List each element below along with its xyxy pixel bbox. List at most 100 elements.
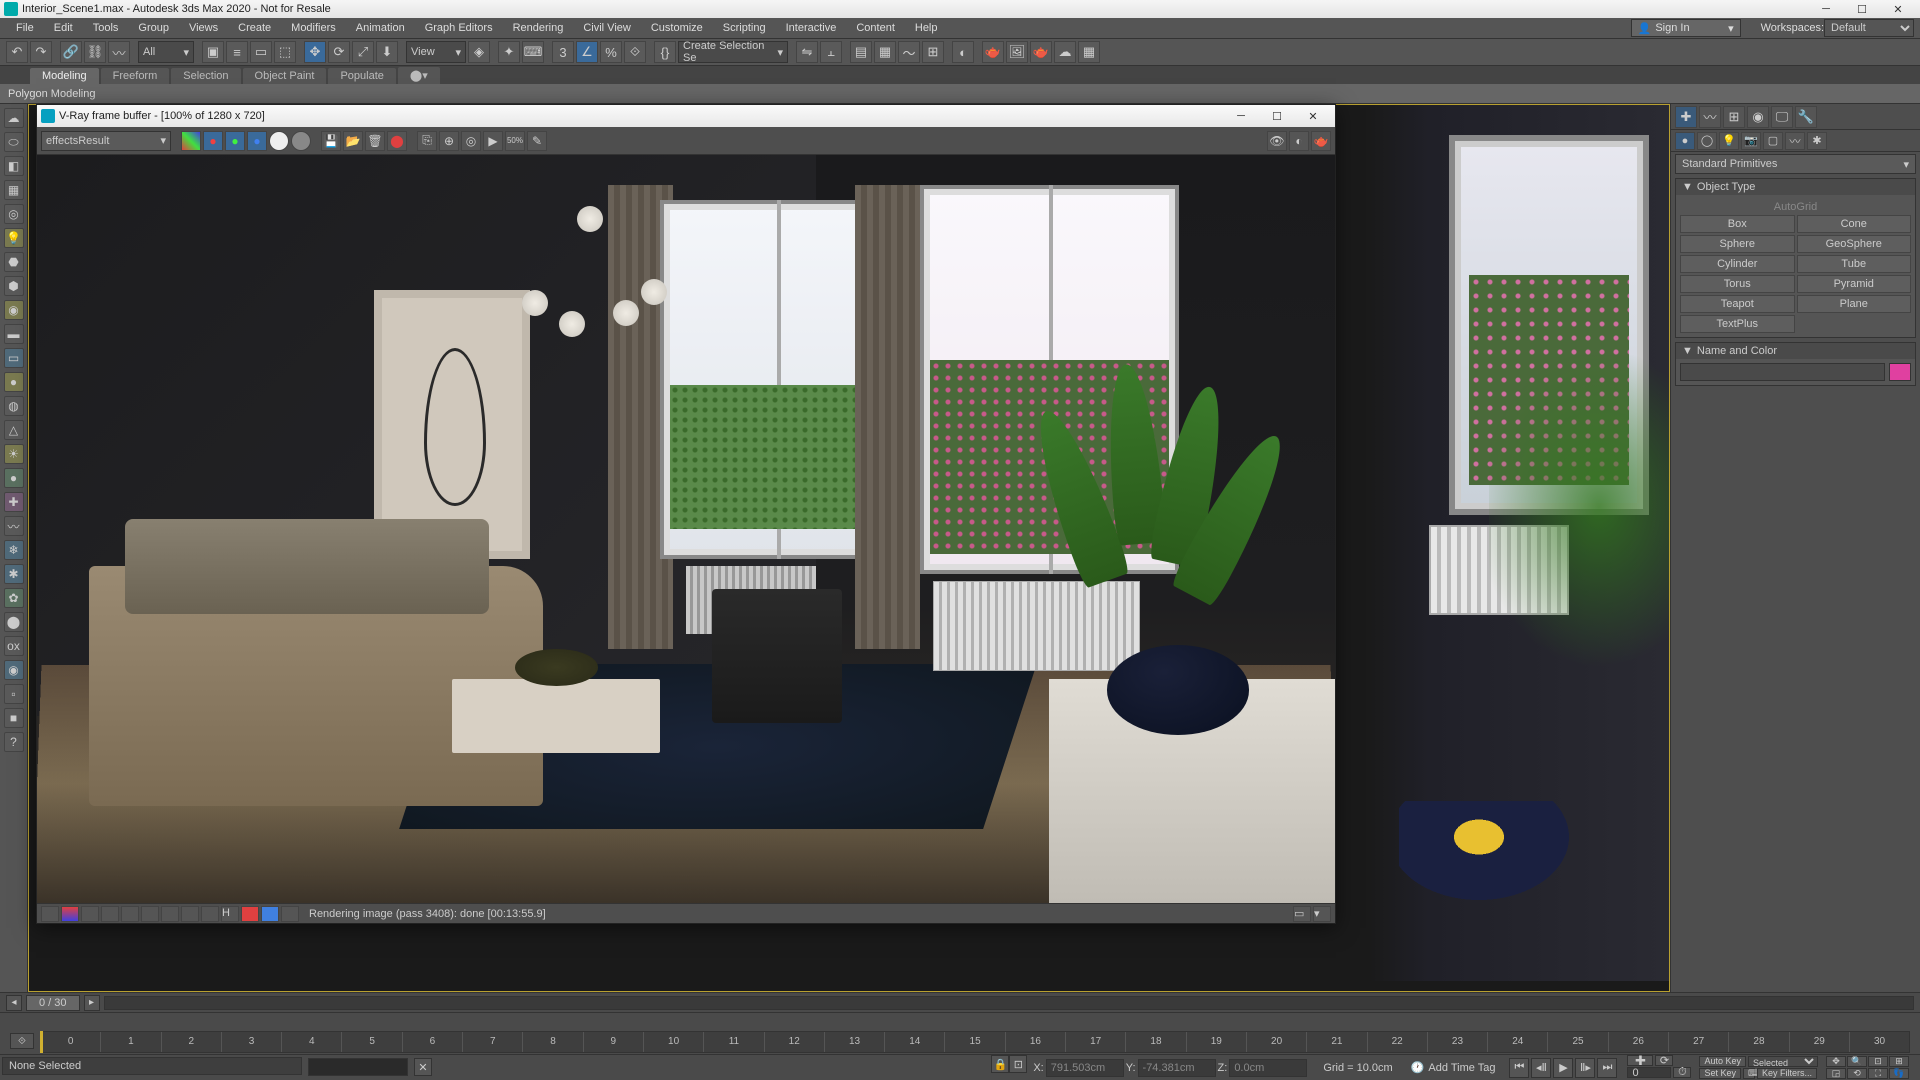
mini-listener[interactable] <box>308 1058 408 1076</box>
prev-frame-button[interactable]: ◂Ⅱ <box>1531 1058 1551 1078</box>
select-by-name-button[interactable]: ≡ <box>226 41 248 63</box>
tick-27[interactable]: 27 <box>1668 1032 1728 1052</box>
tick-7[interactable]: 7 <box>462 1032 522 1052</box>
keymode-toggle[interactable]: ✚ <box>1627 1055 1653 1066</box>
tick-4[interactable]: 4 <box>281 1032 341 1052</box>
toggle-ribbon-button[interactable]: ▦ <box>874 41 896 63</box>
primitive-geosphere[interactable]: GeoSphere <box>1797 235 1912 253</box>
vfb-history-button[interactable]: 🫖 <box>1311 131 1331 151</box>
ref-coord-dropdown[interactable]: View▾ <box>406 41 466 63</box>
primitive-box[interactable]: Box <box>1680 215 1795 233</box>
sidetool-5[interactable]: ◎ <box>4 204 24 224</box>
rollout-head-namecolor[interactable]: ▼Name and Color <box>1676 343 1915 359</box>
edit-named-sel-button[interactable]: {} <box>654 41 676 63</box>
rollout-head-objecttype[interactable]: ▼Object Type <box>1676 179 1915 195</box>
select-scale-button[interactable]: ⤢ <box>352 41 374 63</box>
vfb-st-expand[interactable]: ▾ <box>1313 906 1331 922</box>
select-manipulate-button[interactable]: ✦ <box>498 41 520 63</box>
tick-16[interactable]: 16 <box>1005 1032 1065 1052</box>
vfb-blue-button[interactable]: ● <box>247 131 267 151</box>
menu-edit[interactable]: Edit <box>44 18 83 38</box>
primitive-tube[interactable]: Tube <box>1797 255 1912 273</box>
vfb-st-7[interactable] <box>161 906 179 922</box>
vfb-copy-button[interactable]: ⎘ <box>417 131 437 151</box>
geometry-category-dropdown[interactable]: Standard Primitives▾ <box>1675 154 1916 174</box>
vfb-st-3[interactable] <box>81 906 99 922</box>
sidetool-22[interactable]: ⬤ <box>4 612 24 632</box>
vfb-maximize-button[interactable]: ☐ <box>1259 105 1295 127</box>
vfb-save-button[interactable]: 💾 <box>321 131 341 151</box>
undo-button[interactable]: ↶ <box>6 41 28 63</box>
mirror-button[interactable]: ⇋ <box>796 41 818 63</box>
z-coord-input[interactable] <box>1229 1059 1307 1077</box>
create-spacewarps[interactable]: 〰 <box>1785 132 1805 150</box>
tick-18[interactable]: 18 <box>1125 1032 1185 1052</box>
menu-scripting[interactable]: Scripting <box>713 18 776 38</box>
sidetool-17[interactable]: ✚ <box>4 492 24 512</box>
vfb-close-button[interactable]: ✕ <box>1295 105 1331 127</box>
layer-explorer-button[interactable]: ▤ <box>850 41 872 63</box>
redo-button[interactable]: ↷ <box>30 41 52 63</box>
tick-24[interactable]: 24 <box>1487 1032 1547 1052</box>
vfb-clear-button[interactable]: 🗑 <box>365 131 385 151</box>
sidetool-1[interactable]: ☁ <box>4 108 24 128</box>
ribbon-tab-more[interactable]: ⬤▾ <box>398 67 440 84</box>
sidetool-7[interactable]: ⬣ <box>4 252 24 272</box>
tick-6[interactable]: 6 <box>402 1032 462 1052</box>
sidetool-16[interactable]: ● <box>4 468 24 488</box>
ribbon-tab-populate[interactable]: Populate <box>328 68 395 84</box>
spinner-snap-button[interactable]: ⟐ <box>624 41 646 63</box>
goto-start-button[interactable]: ⏮ <box>1509 1058 1529 1078</box>
nav-orbit-button[interactable]: ⟲ <box>1847 1068 1867 1079</box>
unlink-button[interactable]: ⛓ <box>84 41 106 63</box>
timeslider-handle[interactable]: 0 / 30 <box>26 995 80 1011</box>
autokey-button[interactable]: Auto Key <box>1699 1056 1746 1067</box>
ribbon-tab-modeling[interactable]: Modeling <box>30 68 99 84</box>
nav-zoomext-button[interactable]: ◲ <box>1826 1068 1846 1079</box>
ribbon-panel-label[interactable]: Polygon Modeling <box>8 88 95 100</box>
vfb-mono-button[interactable] <box>291 131 311 151</box>
menu-grapheditors[interactable]: Graph Editors <box>415 18 503 38</box>
vfb-st-dock[interactable]: ▭ <box>1293 906 1311 922</box>
sidetool-6[interactable]: 💡 <box>4 228 24 248</box>
play-button[interactable]: ▶ <box>1553 1058 1573 1078</box>
nav-zoom-button[interactable]: 🔍 <box>1847 1056 1867 1067</box>
create-lights[interactable]: 💡 <box>1719 132 1739 150</box>
keyfilters-button[interactable]: Key Filters... <box>1757 1068 1817 1079</box>
rendered-frame-button[interactable]: 🖼 <box>1006 41 1028 63</box>
isolate-selection-button[interactable]: ⊡ <box>1009 1055 1027 1073</box>
nav-walk-button[interactable]: 👣 <box>1889 1068 1909 1079</box>
vfb-st-10[interactable]: H <box>221 906 239 922</box>
vfb-st-5[interactable] <box>121 906 139 922</box>
vfb-st-11[interactable] <box>241 906 259 922</box>
named-selection-dropdown[interactable]: Create Selection Se▾ <box>678 41 788 63</box>
vfb-st-1[interactable] <box>41 906 59 922</box>
goto-end-button[interactable]: ⏭ <box>1597 1058 1617 1078</box>
tick-30[interactable]: 30 <box>1849 1032 1909 1052</box>
menu-help[interactable]: Help <box>905 18 948 38</box>
window-minimize-button[interactable]: ─ <box>1808 0 1844 18</box>
vfb-st-9[interactable] <box>201 906 219 922</box>
tick-13[interactable]: 13 <box>824 1032 884 1052</box>
sidetool-25[interactable]: ▫ <box>4 684 24 704</box>
menu-rendering[interactable]: Rendering <box>503 18 574 38</box>
pivot-center-button[interactable]: ◈ <box>468 41 490 63</box>
keymode-dropdown[interactable]: Selected <box>1748 1056 1818 1067</box>
sidetool-2[interactable]: ⬭ <box>4 132 24 152</box>
tick-10[interactable]: 10 <box>643 1032 703 1052</box>
tick-15[interactable]: 15 <box>944 1032 1004 1052</box>
vfb-st-2[interactable] <box>61 906 79 922</box>
menu-content[interactable]: Content <box>846 18 905 38</box>
setkey-key-button[interactable]: ⌨ <box>1743 1068 1755 1079</box>
primitive-cylinder[interactable]: Cylinder <box>1680 255 1795 273</box>
vfb-st-6[interactable] <box>141 906 159 922</box>
setkey-button[interactable]: Set Key <box>1699 1068 1741 1079</box>
tick-3[interactable]: 3 <box>221 1032 281 1052</box>
window-crossing-button[interactable]: ⬚ <box>274 41 296 63</box>
link-button[interactable]: 🔗 <box>60 41 82 63</box>
time-config-button2[interactable]: ⏱ <box>1673 1067 1691 1078</box>
lock-selection-button[interactable]: 🔒 <box>991 1055 1009 1073</box>
tick-28[interactable]: 28 <box>1728 1032 1788 1052</box>
timeslider-track[interactable] <box>104 996 1914 1010</box>
menu-interactive[interactable]: Interactive <box>776 18 847 38</box>
